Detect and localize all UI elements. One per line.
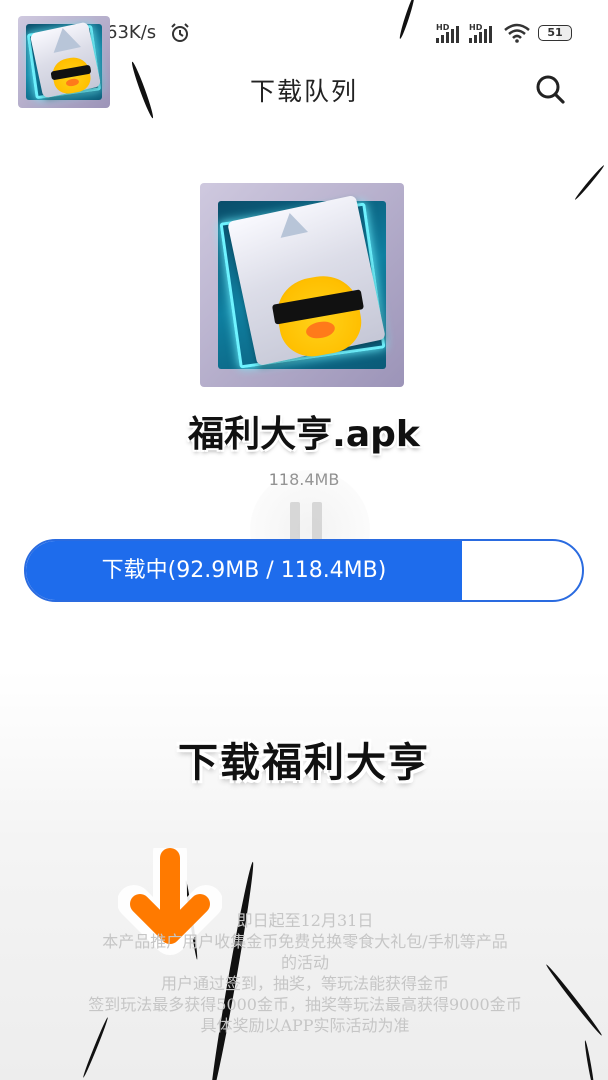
file-name: 福利大亨.apk [188,414,420,455]
progress-label: 下载中(92.9MB / 118.4MB) [101,558,387,583]
promo-note: 即日起至12月31日 [236,911,374,930]
page-title: 下载队列 [249,77,358,106]
wifi-icon [504,23,530,43]
promo-note: 具体奖励以APP实际活动为准 [200,1016,410,1035]
battery-icon: 51 [538,25,572,41]
search-icon[interactable] [534,73,566,105]
promo-notes: 即日起至12月31日 本产品推广用户收集金币免费兑换零食大礼包/手机等产品 的活… [60,910,550,1036]
network-speed: 63K/s [106,22,157,43]
download-progress-button[interactable]: 下载中(92.9MB / 118.4MB) [24,539,584,602]
speed-line [573,164,606,201]
promo-title: 下载福利大亨 [178,740,430,786]
promo-note: 签到玩法最多获得5000金币，抽奖等玩法最高获得9000金币 [88,995,522,1014]
promo-note: 本产品推广用户收集金币免费兑换零食大礼包/手机等产品 [102,932,508,951]
speed-line [583,1040,596,1080]
speed-line [544,963,604,1037]
promo-note: 的活动 [280,953,329,972]
app-icon [200,183,404,387]
promo-note: 用户通过签到，抽奖，等玩法能获得金币 [160,974,449,993]
alarm-icon [171,23,189,42]
